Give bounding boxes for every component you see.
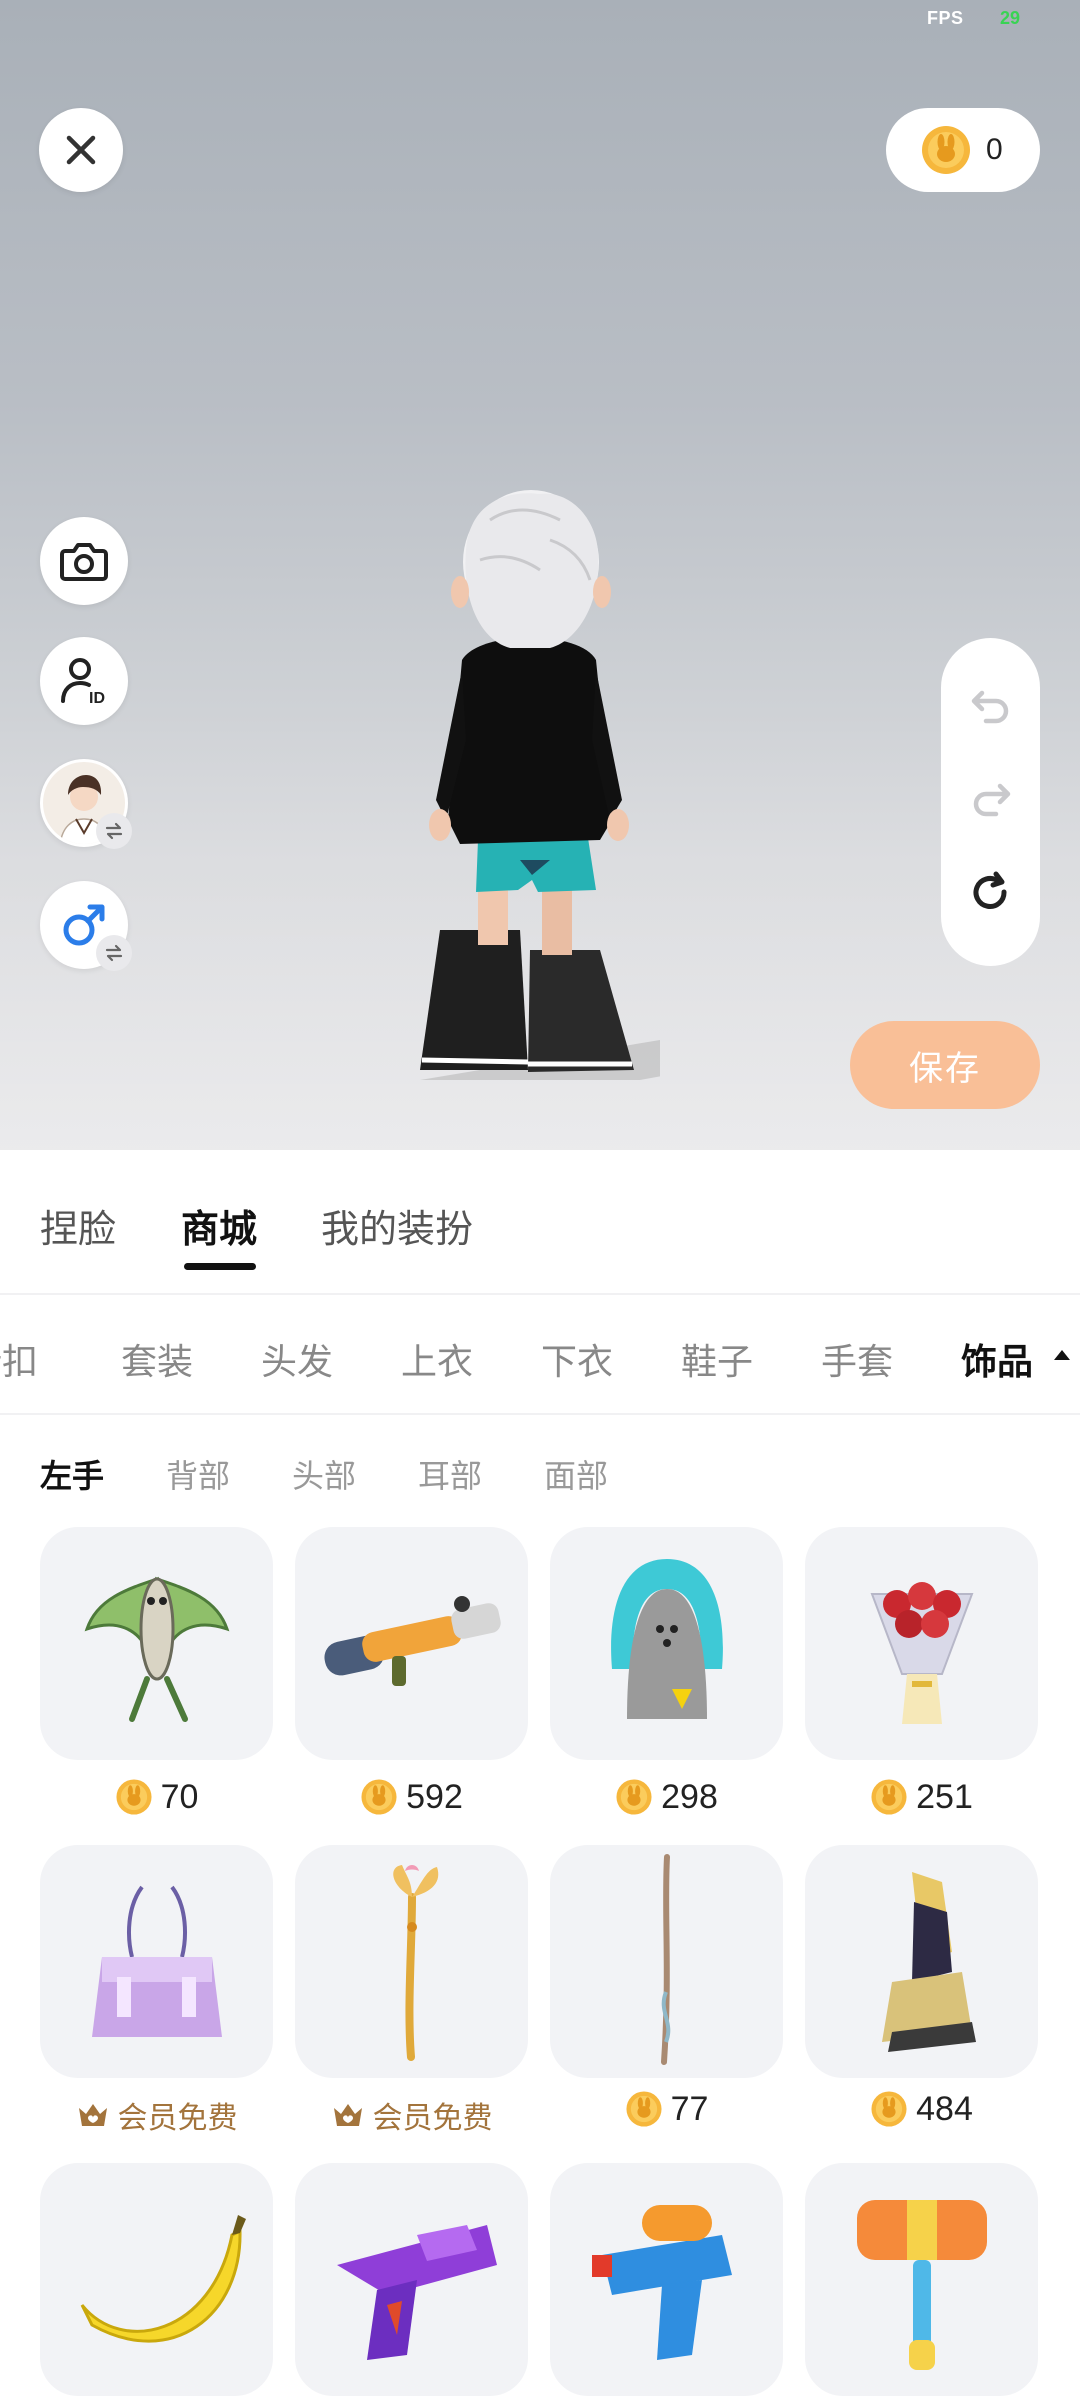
- category-gloves[interactable]: 手套: [821, 1333, 893, 1385]
- bunny-coin-icon: [871, 1779, 907, 1815]
- category-tabs: 折扣 套装 头发 上衣 下衣 鞋子 手套 饰品: [0, 1297, 1080, 1415]
- category-tops[interactable]: 上衣: [401, 1333, 473, 1385]
- gauntlet-icon: [881, 1871, 976, 2052]
- tab-face[interactable]: 捏脸: [40, 1198, 116, 1253]
- undo-button[interactable]: [968, 683, 1014, 734]
- bunny-coin-icon: [361, 1779, 397, 1815]
- item-card[interactable]: [805, 1527, 1038, 1760]
- kite-icon: [84, 1576, 229, 1722]
- avatar-scene: FPS 29 0 ID 保存: [0, 0, 1080, 1150]
- close-button[interactable]: [39, 108, 123, 192]
- category-discount[interactable]: 折扣: [0, 1333, 38, 1385]
- caret-up-icon: [1054, 1350, 1070, 1360]
- swap-icon: [105, 944, 123, 962]
- subtab-left-hand[interactable]: 左手: [40, 1451, 104, 1497]
- subtab-head[interactable]: 头部: [292, 1451, 356, 1497]
- category-bottoms[interactable]: 下衣: [541, 1333, 613, 1385]
- item-card[interactable]: [805, 1845, 1038, 2078]
- golden-staff-icon: [392, 1864, 438, 2061]
- tab-shop[interactable]: 商城: [181, 1198, 257, 1253]
- bunny-coin-icon: [922, 126, 970, 174]
- active-tab-indicator: [184, 1263, 256, 1270]
- category-shoes[interactable]: 鞋子: [681, 1333, 753, 1385]
- item-price-value: 77: [670, 2089, 709, 2128]
- main-tabs: 捏脸 商城 我的装扮: [0, 1150, 1080, 1295]
- redo-button[interactable]: [968, 776, 1014, 827]
- svg-text:ID: ID: [89, 690, 105, 707]
- close-icon: [66, 135, 96, 165]
- item-vip-free: 会员免费: [295, 2093, 528, 2137]
- item-card[interactable]: [805, 2163, 1038, 2396]
- bazooka-icon: [323, 1595, 501, 1686]
- fps-value: 29: [1000, 8, 1021, 28]
- item-grid: 70 592 298 251 会员免费 会员免费 77 484: [0, 1527, 1080, 2400]
- swap-icon: [105, 822, 123, 840]
- purple-blaster-icon: [336, 2224, 497, 2360]
- subcategory-tabs: 左手 背部 头部 耳部 面部: [0, 1445, 1080, 1505]
- redo-icon: [973, 784, 1010, 817]
- vip-free-label: 会员免费: [372, 2102, 493, 2135]
- item-card[interactable]: [550, 1845, 783, 2078]
- undo-icon: [971, 690, 1008, 724]
- subtab-ear[interactable]: 耳部: [418, 1451, 482, 1497]
- item-price: 77: [550, 2087, 783, 2131]
- swap-badge: [96, 935, 132, 971]
- item-price-value: 251: [916, 1777, 973, 1816]
- fps-label: FPS: [927, 8, 964, 28]
- banana-icon: [80, 2214, 246, 2343]
- iron-icon: [610, 1558, 723, 1719]
- item-price-value: 592: [406, 1777, 463, 1816]
- camera-button[interactable]: [40, 517, 128, 605]
- item-price-value: 484: [916, 2089, 973, 2128]
- handbag-icon: [91, 1885, 222, 2037]
- save-button[interactable]: 保存: [850, 1021, 1040, 1109]
- tab-my-outfits[interactable]: 我的装扮: [321, 1198, 473, 1253]
- item-price-value: 298: [661, 1777, 718, 1816]
- bouquet-icon: [870, 1581, 973, 1724]
- item-price: 484: [805, 2087, 1038, 2131]
- bunny-coin-icon: [871, 2091, 907, 2127]
- water-gun-icon: [591, 2204, 732, 2360]
- coin-balance[interactable]: 0: [886, 108, 1040, 192]
- wooden-wand-icon: [660, 1853, 670, 2065]
- item-price: 592: [295, 1775, 528, 1819]
- bunny-coin-icon: [616, 1779, 652, 1815]
- category-hair[interactable]: 头发: [261, 1333, 333, 1385]
- item-price-value: 70: [160, 1777, 199, 1816]
- switch-avatar-button[interactable]: [40, 759, 132, 849]
- avatar-character: [420, 490, 660, 1080]
- item-card[interactable]: [295, 1845, 528, 2078]
- profile-id-button[interactable]: ID: [40, 637, 128, 725]
- item-card[interactable]: [295, 1527, 528, 1760]
- subtab-back[interactable]: 背部: [166, 1451, 230, 1497]
- item-price: 298: [550, 1775, 783, 1819]
- crown-badge-icon: [333, 2104, 362, 2126]
- category-sets[interactable]: 套装: [121, 1333, 193, 1385]
- item-price: 251: [805, 1775, 1038, 1819]
- history-panel: [941, 638, 1040, 966]
- bunny-coin-icon: [116, 1779, 152, 1815]
- bunny-coin-icon: [626, 2091, 662, 2127]
- swap-badge: [96, 813, 132, 849]
- item-card[interactable]: [295, 2163, 528, 2396]
- item-card[interactable]: [550, 2163, 783, 2396]
- category-accessories[interactable]: 饰品: [961, 1333, 1033, 1385]
- item-card[interactable]: [40, 1527, 273, 1760]
- switch-gender-button[interactable]: [40, 881, 132, 971]
- item-card[interactable]: [40, 2163, 273, 2396]
- item-vip-free: 会员免费: [40, 2093, 273, 2137]
- item-card[interactable]: [40, 1845, 273, 2078]
- toy-hammer-icon: [856, 2199, 987, 2370]
- item-card[interactable]: [550, 1527, 783, 1760]
- vip-free-label: 会员免费: [117, 2102, 238, 2135]
- reset-button[interactable]: [968, 870, 1014, 921]
- user-id-icon: ID: [61, 658, 105, 707]
- reset-icon: [973, 871, 1007, 909]
- item-price: 70: [40, 1775, 273, 1819]
- camera-icon: [60, 543, 108, 581]
- crown-badge-icon: [78, 2104, 107, 2126]
- coin-balance-value: 0: [986, 133, 1003, 166]
- subtab-face[interactable]: 面部: [544, 1451, 608, 1497]
